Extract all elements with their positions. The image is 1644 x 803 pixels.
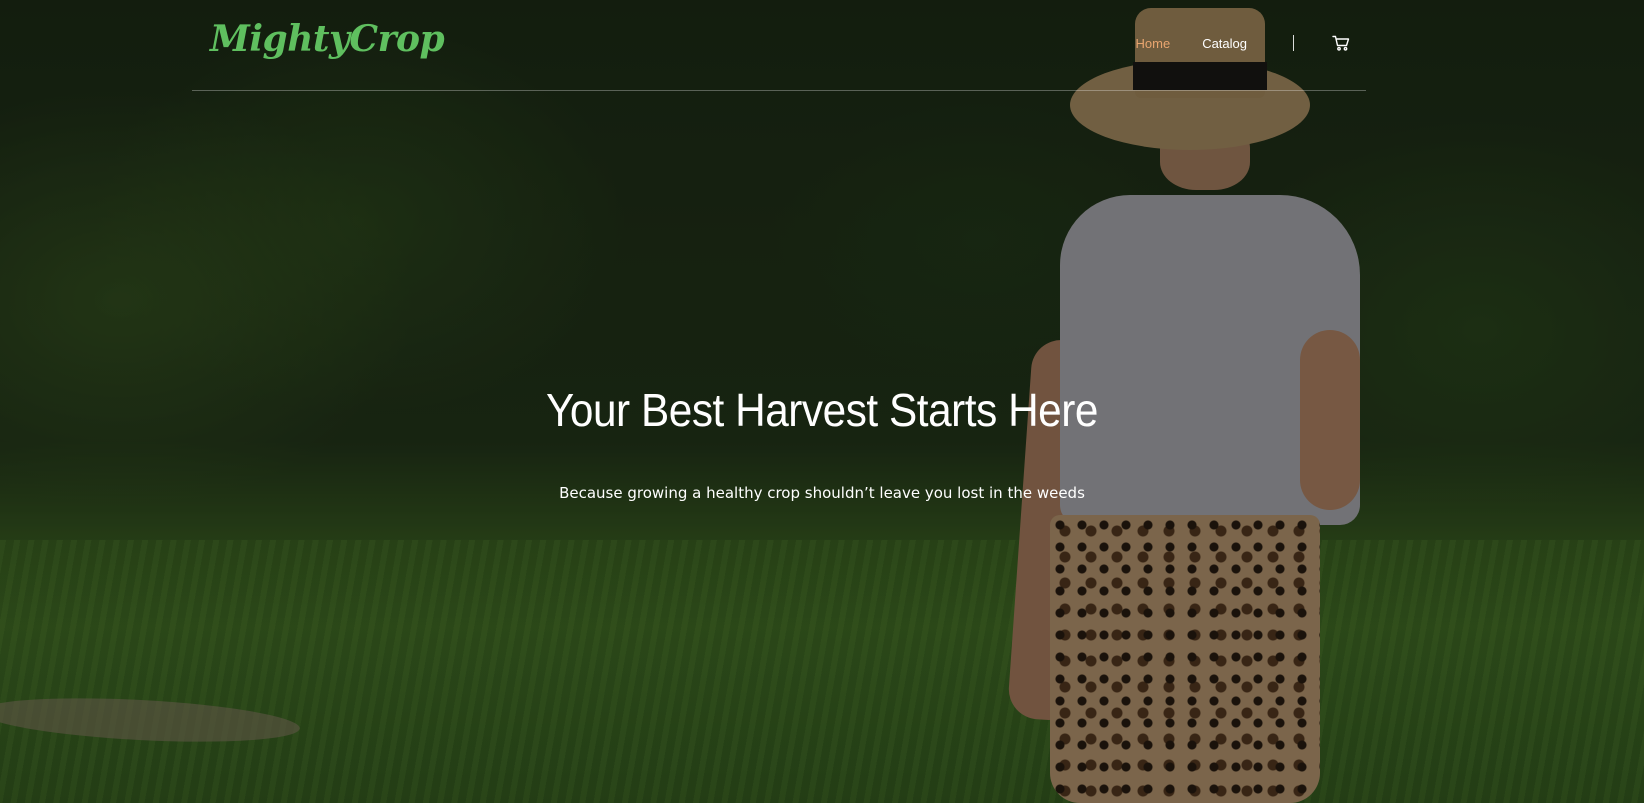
nav-divider (1293, 35, 1294, 51)
hero-subtitle: Because growing a healthy crop shouldn’t… (559, 484, 1085, 502)
nav-link-catalog[interactable]: Catalog (1202, 36, 1247, 51)
cart-icon[interactable] (1330, 32, 1352, 54)
site-header: MightyCrop Home Catalog (192, 0, 1366, 91)
hero-title: Your Best Harvest Starts Here (546, 384, 1098, 436)
nav-link-home[interactable]: Home (1136, 36, 1171, 51)
main-nav: Home Catalog (1136, 30, 1367, 56)
hero-section: MightyCrop Home Catalog Your Best Harves… (0, 0, 1644, 803)
site-logo[interactable]: MightyCrop (210, 18, 445, 60)
